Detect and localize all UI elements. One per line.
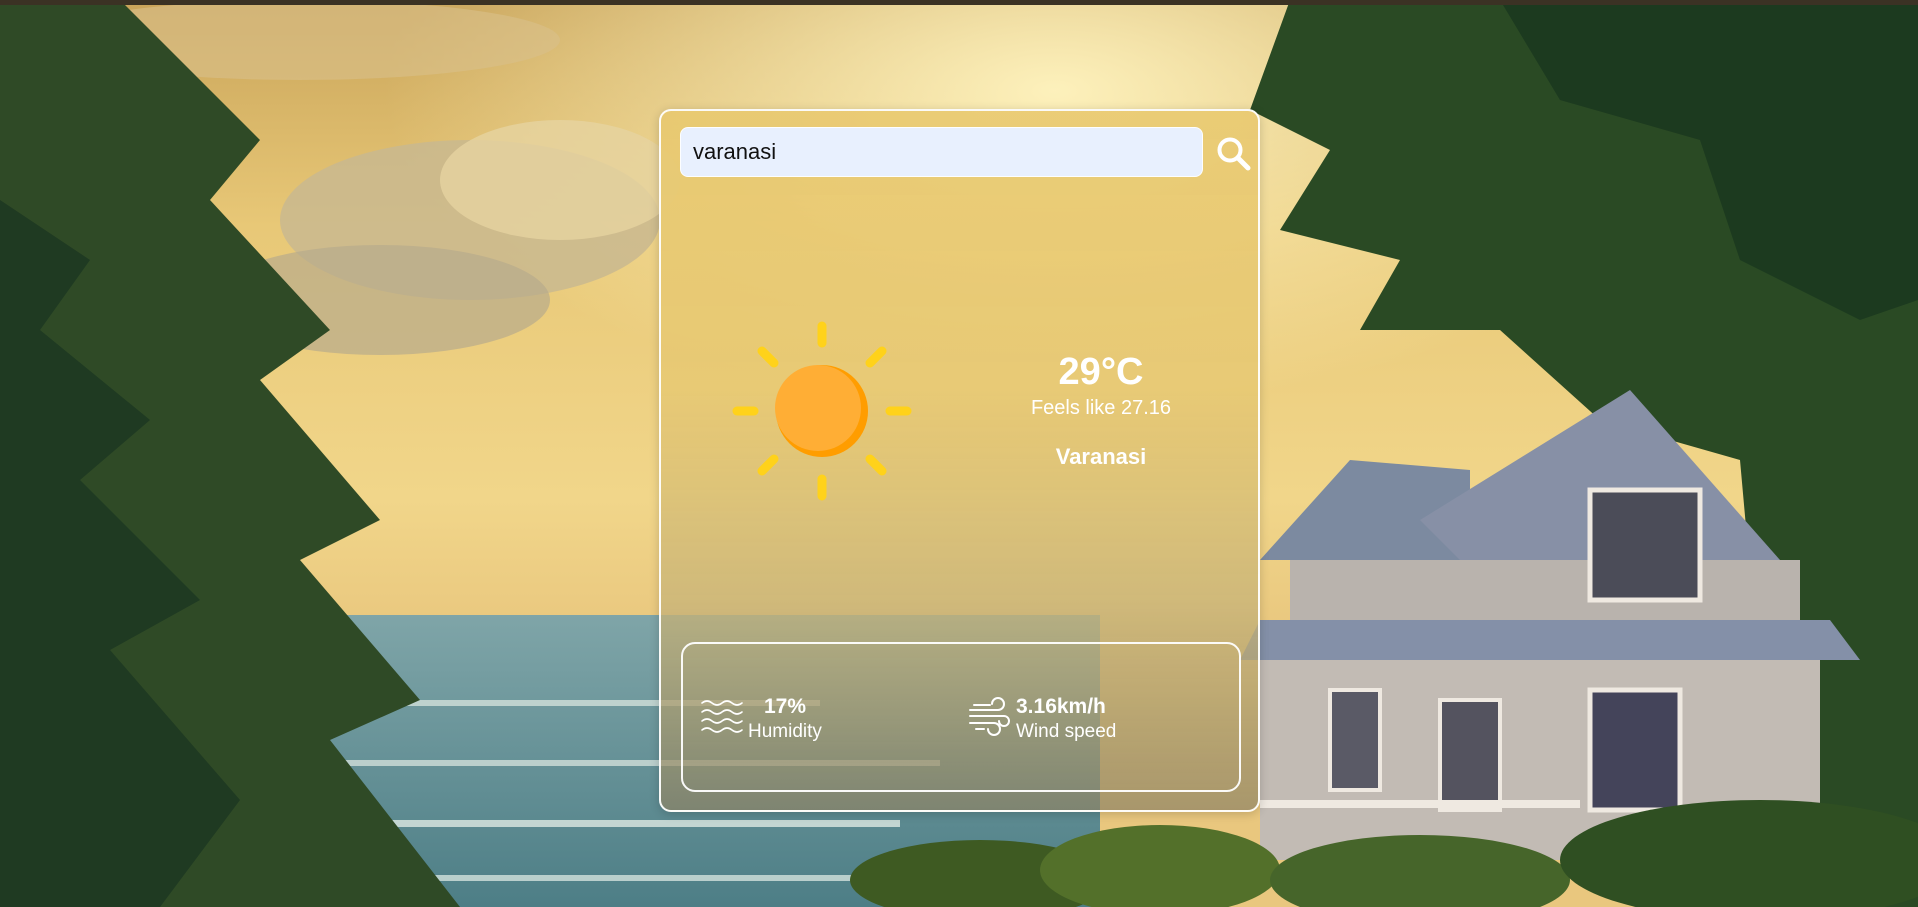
feels-like-text: Feels like 27.16 [1030, 397, 1172, 419]
search-icon [1217, 137, 1251, 171]
temperature-value: 29°C [1058, 351, 1144, 393]
weather-card: 29°C Feels like 27.16 Varanasi 17% Humid… [659, 109, 1260, 812]
sun-icon [732, 321, 912, 501]
background-scene: 29°C Feels like 27.16 Varanasi 17% Humid… [0, 0, 1918, 907]
humidity-waves-icon [701, 700, 743, 733]
wind-icon [969, 697, 1010, 736]
city-search-input[interactable] [680, 127, 1203, 177]
search-button[interactable] [1215, 135, 1253, 173]
details-panel: 17% Humidity 3.16km/h Wind speed [681, 642, 1241, 792]
city-name: Varanasi [1055, 444, 1147, 469]
wind-speed-label: Wind speed [1016, 721, 1117, 742]
humidity-label: Humidity [748, 721, 822, 742]
top-edge-bar [0, 0, 1918, 5]
humidity-value: 17% [764, 695, 807, 718]
wind-speed-value: 3.16km/h [1016, 695, 1106, 718]
